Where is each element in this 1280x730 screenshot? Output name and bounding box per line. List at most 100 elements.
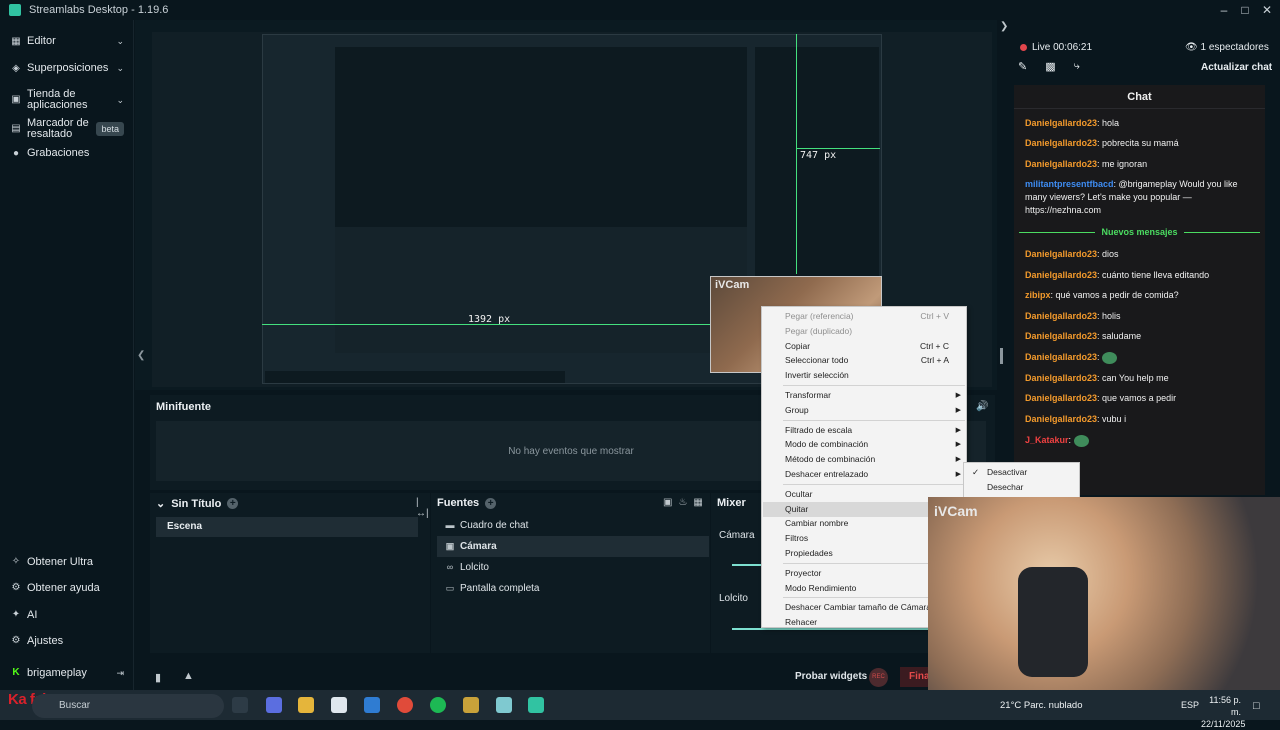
file-explorer-icon[interactable] (298, 697, 314, 713)
notifications-bell-icon[interactable]: ▲ (183, 670, 194, 682)
nav-bottom-item-2[interactable]: ✦ AI (0, 609, 134, 621)
taskbar-search[interactable]: Buscar (32, 694, 224, 718)
source-item[interactable]: ▣ Cámara (437, 536, 709, 557)
menu-separator (783, 419, 965, 421)
submenu-item[interactable]: ✓ Desactivar (965, 465, 1080, 480)
mail-icon[interactable] (364, 697, 380, 713)
collapse-nav-chevron-icon[interactable]: ❮ (137, 350, 145, 361)
streamlabs-taskbar-icon[interactable] (528, 697, 544, 713)
chat-username[interactable]: zibipx (1025, 290, 1051, 300)
notepad-icon[interactable] (496, 697, 512, 713)
source-label: Cámara (460, 541, 497, 552)
chat-message: Danielgallardo23: dios (1025, 249, 1119, 259)
chat-username[interactable]: Danielgallardo23 (1025, 118, 1097, 128)
nav-item-3[interactable]: ▤ Marcador de resaltado beta (0, 118, 134, 140)
menu-item[interactable]: Modo de combinación ▶ (763, 437, 967, 452)
nav-item-label: Editor (27, 35, 56, 47)
source-list: ▬ Cuadro de chat ▣ Cámara ∞ Lolcito ▭ Pantalla … (437, 515, 709, 599)
volume-icon[interactable]: 🔊 (976, 401, 988, 412)
chat-username[interactable]: Danielgallardo23 (1025, 393, 1097, 403)
menu-shortcut: Ctrl + A (920, 355, 949, 366)
stats-icon[interactable]: ▮ (155, 671, 161, 684)
folder-icon[interactable]: ▦ (693, 497, 702, 508)
audio-source-icon[interactable]: ♨ (678, 497, 687, 508)
chrome-icon[interactable] (397, 697, 413, 713)
chat-username[interactable]: Danielgallardo23 (1025, 138, 1097, 148)
edit-source-icon[interactable]: ▣ (663, 497, 672, 508)
submenu-item[interactable]: Desechar (965, 480, 1080, 495)
chat-username[interactable]: Danielgallardo23 (1025, 331, 1097, 341)
scene-transition-icon[interactable]: |↔| (416, 497, 430, 519)
emote-icon (1073, 434, 1089, 447)
task-view-icon[interactable] (232, 697, 248, 713)
expand-chevron-icon[interactable]: ❯ (1000, 21, 1008, 32)
chat-text: vubu i (1102, 414, 1127, 424)
maximize-button[interactable]: □ (1233, 0, 1257, 20)
test-widgets-button[interactable]: Probar widgets (795, 671, 867, 682)
nav-item-label: Marcador de resaltado (27, 117, 89, 140)
store-icon[interactable] (331, 697, 347, 713)
chevron-down-icon[interactable]: ⌄ (116, 95, 124, 106)
close-button[interactable]: ✕ (1255, 0, 1279, 20)
menu-item[interactable]: Transformar ▶ (763, 388, 967, 403)
menu-item[interactable]: Invertir selección (763, 368, 967, 383)
stream-info-icon[interactable]: ▩ (1045, 60, 1055, 73)
refresh-chat-button[interactable]: Actualizar chat (1201, 62, 1272, 73)
nav-bottom-item-0[interactable]: ✧ Obtener Ultra (0, 556, 134, 568)
record-button[interactable]: REC (869, 668, 888, 687)
chat-username[interactable]: Danielgallardo23 (1025, 249, 1097, 259)
ai-icon: ✦ (11, 609, 21, 620)
menu-item[interactable]: Deshacer entrelazado ▶ (763, 467, 967, 482)
add-scene-button[interactable]: + (227, 498, 239, 509)
spotify-icon[interactable] (430, 697, 446, 713)
chat-username[interactable]: militantpresentfbacd (1025, 179, 1114, 189)
menu-item[interactable]: Pegar (duplicado) (763, 324, 967, 339)
menu-item[interactable]: Copiar Ctrl + C (763, 339, 967, 354)
edit-stream-icon[interactable]: ✎ (1018, 60, 1027, 73)
nav-bottom-item-1[interactable]: ⚙ Obtener ayuda (0, 582, 134, 594)
notification-center-icon[interactable]: □ (1253, 700, 1260, 712)
menu-item-label: Proyector (785, 567, 822, 578)
chevron-down-icon[interactable]: ⌄ (116, 36, 124, 47)
chat-username[interactable]: Danielgallardo23 (1025, 352, 1097, 362)
add-source-button[interactable]: + (485, 497, 497, 509)
nav-bottom-item-3[interactable]: ⚙ Ajustes (0, 635, 134, 647)
nav-item-2[interactable]: ▣ Tienda de aplicaciones ⌄ (0, 89, 134, 111)
copilot-icon[interactable] (266, 697, 282, 713)
source-item[interactable]: ▭ Pantalla completa (437, 578, 709, 599)
chat-username[interactable]: Danielgallardo23 (1025, 414, 1097, 424)
menu-item[interactable]: Método de combinación ▶ (763, 452, 967, 467)
language-indicator[interactable]: ESP (1181, 700, 1199, 710)
menu-item[interactable]: Filtrado de escala ▶ (763, 423, 967, 438)
share-icon[interactable]: ⤷ (1074, 60, 1080, 73)
check-icon: ✓ (972, 467, 980, 477)
chat-username[interactable]: Danielgallardo23 (1025, 373, 1097, 383)
logout-icon[interactable]: ⇥ (116, 668, 124, 679)
user-account[interactable]: Kbrigameplay ⇥ (0, 667, 134, 679)
chat-username[interactable]: Danielgallardo23 (1025, 159, 1097, 169)
menu-item[interactable]: Seleccionar todo Ctrl + A (763, 353, 967, 368)
chat-username[interactable]: J_Katakur (1025, 435, 1069, 445)
menu-shortcut: Ctrl + V (920, 311, 949, 321)
app-icon[interactable] (463, 697, 479, 713)
source-item[interactable]: ▬ Cuadro de chat (437, 515, 709, 536)
nav-item-1[interactable]: ◈ Superposiciones ⌄ (0, 63, 134, 74)
webcam-chair (1018, 567, 1088, 677)
nav-item-0[interactable]: ▦ Editor ⌄ (0, 36, 134, 47)
chat-username[interactable]: Danielgallardo23 (1025, 270, 1097, 280)
chat-text: dios (1102, 249, 1119, 259)
menu-item[interactable]: Group ▶ (763, 403, 967, 418)
nav-item-4[interactable]: ● Grabaciones (0, 148, 134, 159)
collapse-chevron-icon[interactable]: ⌄ (156, 497, 165, 510)
chevron-down-icon[interactable]: ⌄ (116, 63, 124, 74)
taskbar-clock[interactable]: 11:56 p. m. 22/11/2025 (1201, 694, 1245, 730)
weather-widget[interactable]: 21°C Parc. nublado (1000, 700, 1083, 711)
source-item[interactable]: ∞ Lolcito (437, 557, 709, 578)
scene-item-selected[interactable]: Escena (156, 517, 418, 537)
menu-item[interactable]: Pegar (referencia) Ctrl + V (763, 309, 967, 324)
mixer-level-camera[interactable] (732, 564, 762, 566)
nav-bottom-label: Obtener Ultra (27, 556, 94, 568)
chat-username[interactable]: Danielgallardo23 (1025, 311, 1097, 321)
submenu-arrow-icon: ▶ (955, 441, 961, 449)
emote-icon (1102, 351, 1118, 364)
